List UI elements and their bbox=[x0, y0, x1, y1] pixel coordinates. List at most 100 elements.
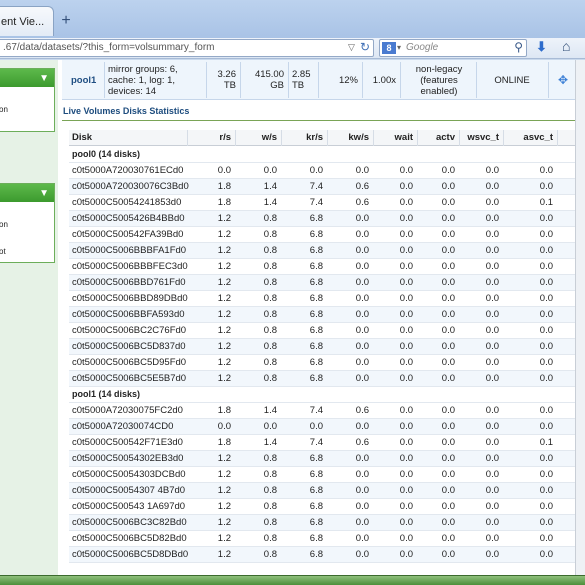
disk-name-cell: c0t5000C50054241853d0 bbox=[72, 197, 182, 208]
column-divider bbox=[235, 130, 236, 146]
table-row[interactable]: c0t5000C5006BBD761Fd0 1.2 0.8 6.8 0.0 0.0 0.0 0… bbox=[69, 275, 585, 291]
stat-cell: 0.0 bbox=[539, 533, 553, 544]
sidebar-item[interactable]: on bbox=[0, 105, 8, 114]
disk-name-cell: c0t5000C500542FA39Bd0 bbox=[72, 229, 184, 240]
pool-name[interactable]: pool1 bbox=[71, 60, 111, 100]
stat-cell: 1.2 bbox=[217, 533, 231, 544]
table-row[interactable]: c0t5000C5006BBD89DBd0 1.2 0.8 6.8 0.0 0.0 0.0 0… bbox=[69, 291, 585, 307]
table-row[interactable]: c0t5000C5006BC2C76Fd0 1.2 0.8 6.8 0.0 0.0 0.0 0… bbox=[69, 323, 585, 339]
stat-cell: 1.2 bbox=[217, 373, 231, 384]
table-row[interactable]: c0t5000C5006BC3C82Bd0 1.2 0.8 6.8 0.0 0.0 0.0 0… bbox=[69, 515, 585, 531]
table-row[interactable]: c0t5000C500543 1A697d0 1.2 0.8 6.8 0.0 0.0 0.0… bbox=[69, 499, 585, 515]
column-divider bbox=[187, 130, 188, 146]
stat-cell: 0.0 bbox=[485, 533, 499, 544]
stat-cell: 0.0 bbox=[399, 517, 413, 528]
browser-tab[interactable]: ent Vie... bbox=[0, 6, 54, 36]
url-bar[interactable]: .67/data/datasets/?this_form=volsummary_… bbox=[0, 39, 374, 57]
disk-name-cell: c0t5000C50054303DCBd0 bbox=[72, 469, 186, 480]
search-input[interactable]: 8 ▾ Google ⚲ bbox=[379, 39, 527, 57]
download-icon[interactable]: ⬇ bbox=[536, 39, 547, 55]
table-row[interactable]: c0t5000C50054303DCBd0 1.2 0.8 6.8 0.0 0.0 0.0 0… bbox=[69, 467, 585, 483]
stat-cell: 1.2 bbox=[217, 517, 231, 528]
table-row[interactable]: c0t5000C50054302EB3d0 1.2 0.8 6.8 0.0 0.0 0.0 0… bbox=[69, 451, 585, 467]
stat-cell: 1.2 bbox=[217, 341, 231, 352]
reload-icon[interactable]: ↻ bbox=[360, 40, 370, 54]
column-header[interactable]: actv bbox=[436, 132, 455, 143]
stat-cell: 0.8 bbox=[263, 277, 277, 288]
table-row[interactable]: c0t5000C500542F71E3d0 1.8 1.4 7.4 0.6 0.0 0.0 0… bbox=[69, 435, 585, 451]
table-row[interactable]: c0t5000C5006BC5D95Fd0 1.2 0.8 6.8 0.0 0.0 0.0 0… bbox=[69, 355, 585, 371]
stat-cell: 0.0 bbox=[309, 165, 323, 176]
stat-cell: 1.2 bbox=[217, 453, 231, 464]
table-row[interactable]: c0t5000A72030074CD0 0.0 0.0 0.0 0.0 0.0 0.0 0.0… bbox=[69, 419, 585, 435]
group-header-row: pool0 (14 disks) bbox=[69, 147, 585, 163]
table-row[interactable]: c0t5000C5006BC5D837d0 1.2 0.8 6.8 0.0 0.0 0.0 0… bbox=[69, 339, 585, 355]
stat-cell: 0.0 bbox=[539, 469, 553, 480]
tab-title: ent Vie... bbox=[1, 16, 45, 28]
expand-icon[interactable]: ✥ bbox=[552, 60, 574, 100]
table-row[interactable]: c0t5000C5006BBBFA1Fd0 1.2 0.8 6.8 0.0 0.0 0.0 0… bbox=[69, 243, 585, 259]
stat-cell: 0.0 bbox=[441, 277, 455, 288]
stat-cell: 6.8 bbox=[309, 277, 323, 288]
disk-name-cell: c0t5000C5006BC3C82Bd0 bbox=[72, 517, 187, 528]
table-row[interactable]: c0t5000C5006BC5E5B7d0 1.2 0.8 6.8 0.0 0.0 0.0 0… bbox=[69, 371, 585, 387]
table-row[interactable]: c0t5000A720030761ECd0 0.0 0.0 0.0 0.0 0.0 0.0 0… bbox=[69, 163, 585, 179]
column-header[interactable]: Disk bbox=[72, 132, 92, 143]
stat-cell: 1.2 bbox=[217, 261, 231, 272]
stat-cell: 0.0 bbox=[355, 421, 369, 432]
stat-cell: 0.0 bbox=[399, 293, 413, 304]
table-row[interactable]: c0t5000C50054241853d0 1.8 1.4 7.4 0.6 0.0 0.0 0… bbox=[69, 195, 585, 211]
chevron-down-icon[interactable]: ▾ bbox=[397, 43, 401, 52]
table-row[interactable]: c0t5000A72030075FC2d0 1.8 1.4 7.4 0.6 0.0 0.0 0… bbox=[69, 403, 585, 419]
table-row[interactable]: c0t5000C5006BC5D82Bd0 1.2 0.8 6.8 0.0 0.0 0.0 0… bbox=[69, 531, 585, 547]
stat-cell: 0.0 bbox=[355, 357, 369, 368]
table-row[interactable]: c0t5000C5006BC5D8DBd0 1.2 0.8 6.8 0.0 0.0 0.0 0… bbox=[69, 547, 585, 563]
column-header[interactable]: wsvc_t bbox=[467, 132, 499, 143]
chevron-down-icon[interactable]: ▼ bbox=[39, 73, 49, 84]
disk-name-cell: c0t5000C5006BC5D8DBd0 bbox=[72, 549, 189, 560]
sidebar-item[interactable]: ot bbox=[0, 247, 6, 256]
page-content: ▼ on ▼ on ot pool1 mirror groups: 6, cac… bbox=[0, 60, 585, 575]
stat-cell: 0.0 bbox=[539, 549, 553, 560]
stat-cell: 0.0 bbox=[485, 341, 499, 352]
panel-header[interactable]: ▼ bbox=[0, 184, 54, 202]
table-row[interactable]: c0t5000C5006BBBFEC3d0 1.2 0.8 6.8 0.0 0.0 0.0 0… bbox=[69, 259, 585, 275]
stat-cell: 0.0 bbox=[399, 373, 413, 384]
disk-name-cell: c0t5000C5006BC5D82Bd0 bbox=[72, 533, 187, 544]
stat-cell: 0.0 bbox=[355, 341, 369, 352]
column-divider bbox=[557, 130, 558, 146]
stat-cell: 0.0 bbox=[441, 421, 455, 432]
chevron-down-icon[interactable]: ▼ bbox=[39, 188, 49, 199]
stat-cell: 0.0 bbox=[355, 309, 369, 320]
disk-name-cell: c0t5000C500543 1A697d0 bbox=[72, 501, 186, 512]
vertical-scrollbar[interactable] bbox=[575, 60, 585, 575]
column-header[interactable]: wait bbox=[395, 132, 413, 143]
stat-cell: 1.8 bbox=[217, 197, 231, 208]
table-row[interactable]: c0t5000A720030076C3Bd0 1.8 1.4 7.4 0.6 0.0 0.0… bbox=[69, 179, 585, 195]
search-engine-icon[interactable]: 8 bbox=[382, 42, 396, 54]
disk-name-cell: c0t5000A720030076C3Bd0 bbox=[72, 181, 189, 192]
stat-cell: 0.0 bbox=[399, 277, 413, 288]
column-header[interactable]: asvc_t bbox=[523, 132, 553, 143]
stat-cell: 0.0 bbox=[485, 469, 499, 480]
table-row[interactable]: c0t5000C5005426B4BBd0 1.2 0.8 6.8 0.0 0.0 0.0 0… bbox=[69, 211, 585, 227]
stat-cell: 0.0 bbox=[441, 549, 455, 560]
table-row[interactable]: c0t5000C50054307 4B7d0 1.2 0.8 6.8 0.0 0.0 0.0… bbox=[69, 483, 585, 499]
column-header[interactable]: r/s bbox=[219, 132, 231, 143]
url-dropdown-icon[interactable]: ▽ bbox=[348, 42, 355, 53]
magnifier-icon[interactable]: ⚲ bbox=[514, 40, 523, 54]
home-icon[interactable]: ⌂ bbox=[562, 38, 570, 54]
column-header[interactable]: kw/s bbox=[348, 132, 369, 143]
stat-cell: 6.8 bbox=[309, 549, 323, 560]
panel-header[interactable]: ▼ bbox=[0, 69, 54, 87]
new-tab-button[interactable]: + bbox=[56, 11, 76, 31]
table-row[interactable]: c0t5000C5006BBFA593d0 1.2 0.8 6.8 0.0 0.0 0.0 0… bbox=[69, 307, 585, 323]
stat-cell: 0.0 bbox=[399, 165, 413, 176]
column-header[interactable]: w/s bbox=[262, 132, 277, 143]
column-header[interactable]: kr/s bbox=[306, 132, 323, 143]
group-name: pool1 (14 disks) bbox=[72, 389, 141, 399]
sidebar-item[interactable]: on bbox=[0, 220, 8, 229]
stat-cell: 0.0 bbox=[355, 229, 369, 240]
table-row[interactable]: c0t5000C500542FA39Bd0 1.2 0.8 6.8 0.0 0.0 0.0 0… bbox=[69, 227, 585, 243]
divider bbox=[400, 62, 401, 98]
